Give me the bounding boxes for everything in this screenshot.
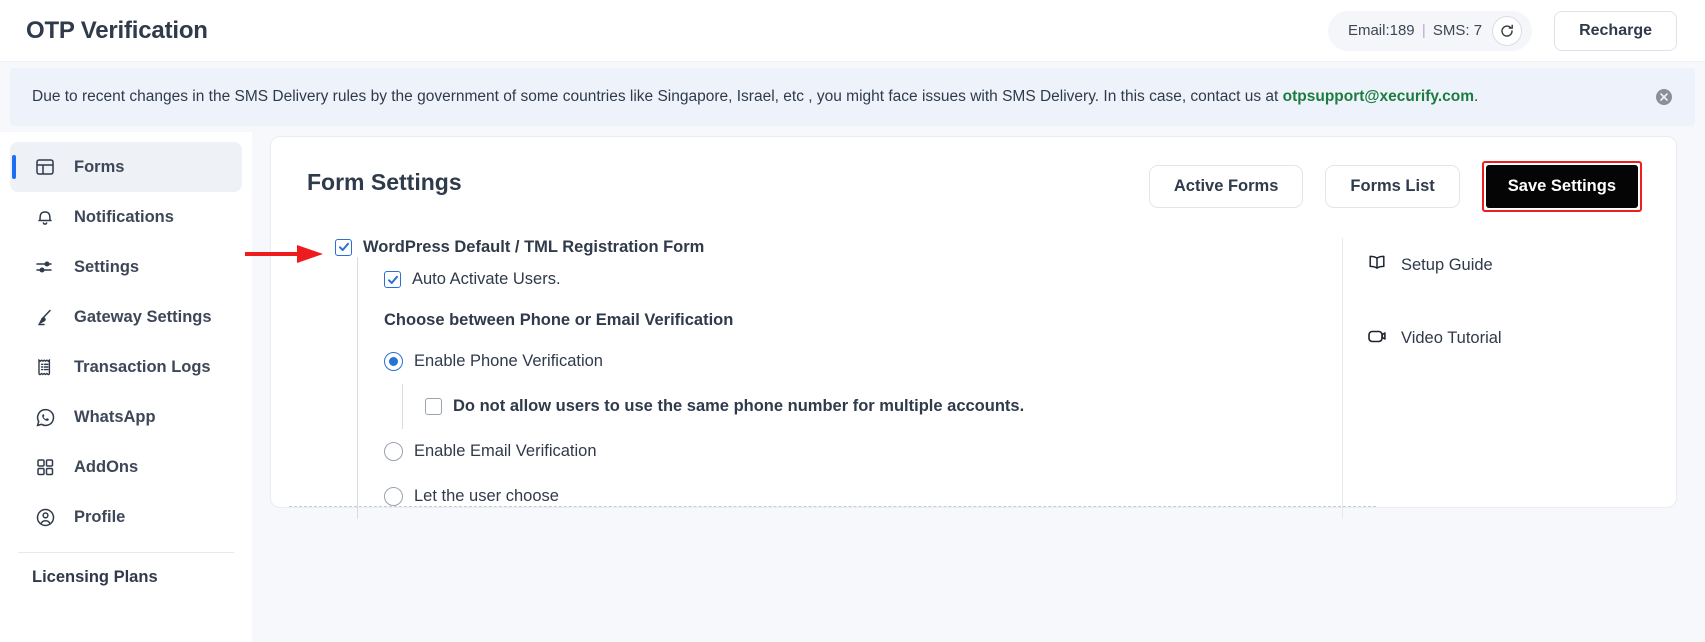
video-camera-icon	[1365, 324, 1389, 353]
card-title: Form Settings	[307, 169, 462, 195]
body-wrapper: Forms Notifications Settings Gateway Set…	[0, 126, 1705, 642]
credits-pill: Email:189 | SMS: 7	[1327, 10, 1533, 51]
sidebar-item-label: Profile	[74, 507, 126, 526]
unique-phone-number-checkbox[interactable]	[425, 397, 442, 415]
book-icon	[1365, 251, 1389, 280]
form-suboptions: Auto Activate Users. Choose between Phon…	[357, 256, 1342, 519]
credits-text: Email:189 | SMS: 7	[1348, 22, 1482, 39]
section-dashed-divider	[289, 506, 1376, 507]
choose-verification-heading-row: Choose between Phone or Email Verificati…	[384, 303, 1342, 339]
choose-verification-heading: Choose between Phone or Email Verificati…	[384, 311, 734, 329]
active-forms-button[interactable]: Active Forms	[1148, 165, 1304, 208]
credits-separator: |	[1421, 22, 1426, 39]
sidebar-item-gateway-settings[interactable]: Gateway Settings	[10, 292, 242, 342]
whatsapp-icon	[32, 404, 58, 430]
card-header-buttons: Active Forms Forms List Save Settings	[1148, 161, 1642, 212]
sidebar: Forms Notifications Settings Gateway Set…	[0, 132, 252, 642]
grid-icon	[32, 454, 58, 480]
otp-verification-page: OTP Verification Email:189 | SMS: 7 Rech…	[0, 0, 1705, 642]
form-settings-card: Form Settings Active Forms Forms List Sa…	[245, 136, 1677, 519]
enable-phone-verification-radio[interactable]	[384, 351, 403, 371]
sidebar-item-addons[interactable]: AddOns	[10, 442, 242, 492]
let-user-choose-row[interactable]: Let the user choose	[384, 474, 1342, 519]
notice-text: Due to recent changes in the SMS Deliver…	[32, 87, 1478, 107]
setup-guide-label: Setup Guide	[1401, 256, 1493, 274]
setup-guide-link[interactable]: Setup Guide	[1365, 246, 1642, 286]
sliders-icon	[32, 254, 58, 280]
support-email-link[interactable]: otpsupport@xecurify.com	[1283, 88, 1474, 105]
wordpress-default-form-row[interactable]: WordPress Default / TML Registration For…	[335, 238, 1342, 257]
top-bar-actions: Email:189 | SMS: 7 Recharge	[1327, 10, 1677, 51]
sms-credits: SMS: 7	[1432, 22, 1483, 39]
sidebar-item-transaction-logs[interactable]: Transaction Logs	[10, 342, 242, 392]
sidebar-item-profile[interactable]: Profile	[10, 492, 242, 542]
sidebar-item-label: AddOns	[74, 457, 139, 476]
enable-phone-verification-row[interactable]: Enable Phone Verification	[384, 339, 1342, 384]
layout-icon	[32, 154, 58, 180]
sidebar-item-label: Forms	[74, 157, 125, 176]
sidebar-item-whatsapp[interactable]: WhatsApp	[10, 392, 242, 442]
annotation-arrow-icon	[245, 244, 327, 269]
auto-activate-users-checkbox[interactable]	[384, 271, 401, 288]
phone-suboption-row[interactable]: Do not allow users to use the same phone…	[402, 383, 1342, 429]
forms-list-button[interactable]: Forms List	[1325, 165, 1460, 208]
notice-text-before: Due to recent changes in the SMS Deliver…	[32, 87, 1283, 105]
sidebar-item-label: Settings	[74, 257, 140, 276]
sidebar-item-notifications[interactable]: Notifications	[10, 192, 242, 242]
sidebar-item-label: Gateway Settings	[74, 307, 212, 326]
video-tutorial-link[interactable]: Video Tutorial	[1365, 319, 1642, 359]
auto-activate-users-label: Auto Activate Users.	[412, 270, 561, 288]
content-area: Form Settings Active Forms Forms List Sa…	[245, 132, 1705, 642]
auto-activate-users-row[interactable]: Auto Activate Users.	[384, 257, 1342, 303]
recharge-button[interactable]: Recharge	[1554, 10, 1677, 51]
brush-icon	[32, 304, 58, 330]
settings-options-column: WordPress Default / TML Registration For…	[245, 238, 1342, 519]
receipt-icon	[32, 354, 58, 380]
sidebar-item-label: Transaction Logs	[74, 357, 211, 376]
sms-delivery-notice: Due to recent changes in the SMS Deliver…	[10, 68, 1695, 126]
let-user-choose-label: Let the user choose	[414, 486, 559, 505]
enable-email-verification-radio[interactable]	[384, 441, 403, 461]
unique-phone-number-label: Do not allow users to use the same phone…	[453, 396, 1025, 415]
sidebar-item-label: Notifications	[74, 207, 174, 226]
user-circle-icon	[32, 504, 58, 530]
save-settings-button[interactable]: Save Settings	[1485, 165, 1638, 208]
let-user-choose-radio[interactable]	[384, 486, 403, 506]
sidebar-item-forms[interactable]: Forms	[10, 142, 242, 192]
sidebar-item-label: WhatsApp	[74, 407, 156, 426]
top-bar: OTP Verification Email:189 | SMS: 7 Rech…	[0, 0, 1705, 62]
enable-email-verification-label: Enable Email Verification	[414, 441, 597, 460]
refresh-icon[interactable]	[1492, 15, 1523, 46]
email-credits: Email:189	[1347, 22, 1415, 39]
wordpress-default-form-label: WordPress Default / TML Registration For…	[363, 237, 705, 256]
help-links-column: Setup Guide Video Tutorial	[1342, 237, 1642, 519]
notice-text-after: .	[1474, 87, 1479, 105]
settings-area: WordPress Default / TML Registration For…	[245, 237, 1642, 519]
bell-icon	[32, 204, 58, 230]
page-title: OTP Verification	[26, 16, 208, 44]
sidebar-item-settings[interactable]: Settings	[10, 242, 242, 292]
video-tutorial-label: Video Tutorial	[1401, 329, 1502, 347]
enable-phone-verification-label: Enable Phone Verification	[414, 351, 603, 370]
sidebar-item-licensing-plans[interactable]: Licensing Plans	[0, 553, 252, 601]
save-settings-highlight: Save Settings	[1481, 161, 1642, 212]
enable-email-verification-row[interactable]: Enable Email Verification	[384, 429, 1342, 474]
close-icon[interactable]	[1655, 88, 1673, 106]
card-header: Form Settings Active Forms Forms List Sa…	[307, 161, 1642, 212]
wordpress-default-form-checkbox[interactable]	[335, 238, 352, 256]
